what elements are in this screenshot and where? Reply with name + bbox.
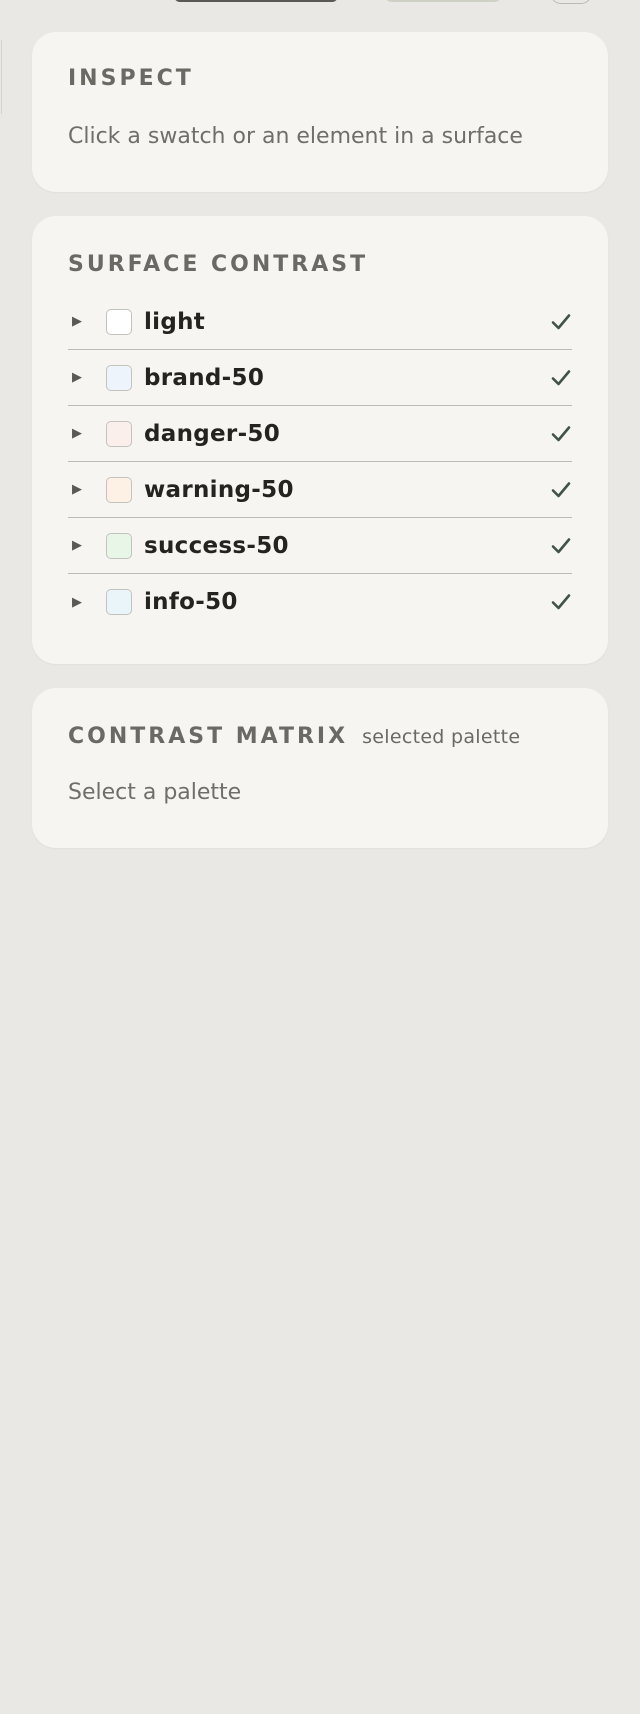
surface-name: danger-50 [144, 420, 281, 447]
surface-row-brand-50[interactable]: ▶ brand-50 [68, 350, 572, 406]
caret-right-icon[interactable]: ▶ [72, 483, 84, 496]
caret-right-icon[interactable]: ▶ [72, 315, 84, 328]
surface-name: brand-50 [144, 364, 265, 391]
swatch-success-50[interactable] [106, 532, 132, 559]
caret-right-icon[interactable]: ▶ [72, 371, 84, 384]
surface-row-success-50[interactable]: ▶ success-50 [68, 518, 572, 574]
contrast-matrix-subtitle: selected palette [362, 726, 521, 748]
check-icon [551, 537, 571, 553]
surface-name: warning-50 [144, 476, 294, 503]
contrast-matrix-title: CONTRAST MATRIX [68, 724, 349, 749]
swatch-light[interactable] [106, 308, 132, 335]
offscreen-panel-edge [0, 40, 2, 114]
check-icon [551, 481, 571, 497]
check-icon [551, 425, 571, 441]
inspect-hint: Click a swatch or an element in a surfac… [68, 124, 523, 149]
surface-row-info-50[interactable]: ▶ info-50 [68, 574, 572, 630]
contrast-matrix-panel: CONTRAST MATRIX selected palette Select … [32, 688, 608, 848]
check-icon [551, 313, 571, 329]
check-icon [551, 369, 571, 385]
surface-list: ▶ light ▶ brand-50 ▶ danger-50 ▶ warning… [68, 294, 572, 630]
toolbar-pill-partial[interactable] [384, 0, 502, 2]
toolbar-round-button-partial[interactable] [550, 0, 592, 4]
surface-name: light [144, 308, 206, 335]
surface-contrast-panel: SURFACE CONTRAST ▶ light ▶ brand-50 ▶ da… [32, 216, 608, 664]
contrast-matrix-header: CONTRAST MATRIX selected palette [68, 724, 520, 749]
surface-row-warning-50[interactable]: ▶ warning-50 [68, 462, 572, 518]
toolbar-button-partial[interactable] [174, 0, 338, 2]
inspect-title: INSPECT [68, 66, 194, 91]
surface-name: info-50 [144, 589, 238, 615]
caret-right-icon[interactable]: ▶ [72, 427, 84, 440]
inspect-panel: INSPECT Click a swatch or an element in … [32, 32, 608, 192]
contrast-matrix-hint: Select a palette [68, 780, 242, 805]
check-icon [551, 594, 571, 610]
surface-name: success-50 [144, 532, 289, 559]
surface-row-light[interactable]: ▶ light [68, 294, 572, 350]
swatch-info-50[interactable] [106, 589, 132, 615]
swatch-danger-50[interactable] [106, 420, 132, 447]
caret-right-icon[interactable]: ▶ [72, 596, 84, 609]
swatch-brand-50[interactable] [106, 364, 132, 391]
caret-right-icon[interactable]: ▶ [72, 539, 84, 552]
surface-row-danger-50[interactable]: ▶ danger-50 [68, 406, 572, 462]
surface-contrast-title: SURFACE CONTRAST [68, 252, 369, 277]
swatch-warning-50[interactable] [106, 476, 132, 503]
